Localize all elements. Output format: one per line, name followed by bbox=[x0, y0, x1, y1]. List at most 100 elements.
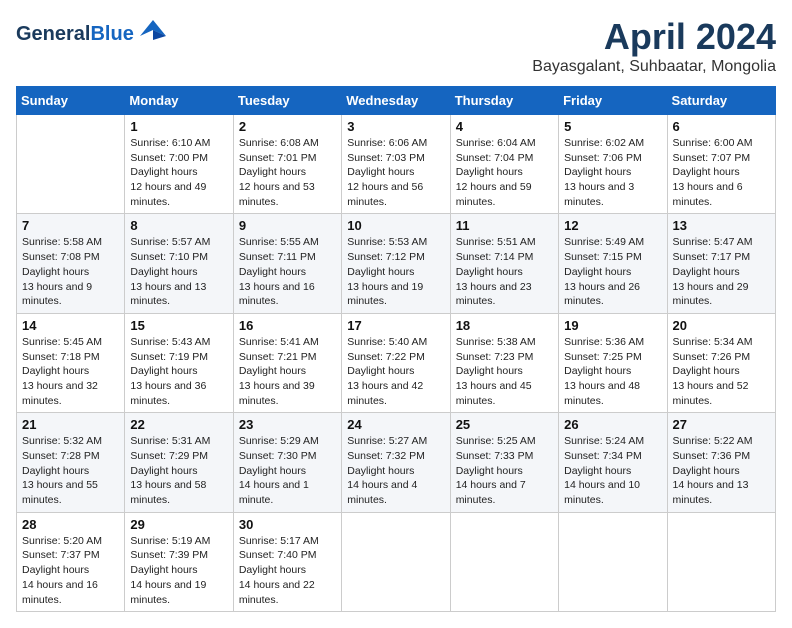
logo-bird-icon bbox=[138, 16, 168, 46]
calendar-cell bbox=[450, 512, 558, 611]
day-info: Sunrise: 5:43 AMSunset: 7:19 PMDaylight … bbox=[130, 335, 227, 408]
day-number: 20 bbox=[673, 318, 770, 333]
day-number: 25 bbox=[456, 417, 553, 432]
day-number: 18 bbox=[456, 318, 553, 333]
day-number: 28 bbox=[22, 517, 119, 532]
day-number: 21 bbox=[22, 417, 119, 432]
day-number: 5 bbox=[564, 119, 661, 134]
week-row-2: 7 Sunrise: 5:58 AMSunset: 7:08 PMDaylight… bbox=[17, 214, 776, 313]
calendar-cell: 20 Sunrise: 5:34 AMSunset: 7:26 PMDayligh… bbox=[667, 313, 775, 412]
day-info: Sunrise: 5:29 AMSunset: 7:30 PMDaylight … bbox=[239, 434, 336, 507]
day-info: Sunrise: 5:40 AMSunset: 7:22 PMDaylight … bbox=[347, 335, 444, 408]
page-header: GeneralBlue April 2024 Bayasgalant, Suhb… bbox=[16, 16, 776, 76]
day-info: Sunrise: 5:19 AMSunset: 7:39 PMDaylight … bbox=[130, 534, 227, 607]
calendar-cell: 7 Sunrise: 5:58 AMSunset: 7:08 PMDaylight… bbox=[17, 214, 125, 313]
weekday-header-monday: Monday bbox=[125, 87, 233, 115]
calendar-cell: 25 Sunrise: 5:25 AMSunset: 7:33 PMDayligh… bbox=[450, 413, 558, 512]
calendar-cell: 19 Sunrise: 5:36 AMSunset: 7:25 PMDayligh… bbox=[559, 313, 667, 412]
day-number: 7 bbox=[22, 218, 119, 233]
day-number: 17 bbox=[347, 318, 444, 333]
calendar-cell: 2 Sunrise: 6:08 AMSunset: 7:01 PMDaylight… bbox=[233, 115, 341, 214]
day-number: 22 bbox=[130, 417, 227, 432]
day-info: Sunrise: 5:55 AMSunset: 7:11 PMDaylight … bbox=[239, 235, 336, 308]
day-number: 8 bbox=[130, 218, 227, 233]
calendar-cell: 11 Sunrise: 5:51 AMSunset: 7:14 PMDayligh… bbox=[450, 214, 558, 313]
day-number: 29 bbox=[130, 517, 227, 532]
day-info: Sunrise: 5:51 AMSunset: 7:14 PMDaylight … bbox=[456, 235, 553, 308]
calendar-cell: 14 Sunrise: 5:45 AMSunset: 7:18 PMDayligh… bbox=[17, 313, 125, 412]
day-number: 9 bbox=[239, 218, 336, 233]
calendar-cell bbox=[17, 115, 125, 214]
day-number: 3 bbox=[347, 119, 444, 134]
day-info: Sunrise: 5:20 AMSunset: 7:37 PMDaylight … bbox=[22, 534, 119, 607]
day-info: Sunrise: 5:36 AMSunset: 7:25 PMDaylight … bbox=[564, 335, 661, 408]
calendar-cell: 26Sunrise: 5:24 AMSunset: 7:34 PMDayligh… bbox=[559, 413, 667, 512]
day-number: 6 bbox=[673, 119, 770, 134]
day-info: Sunrise: 6:08 AMSunset: 7:01 PMDaylight … bbox=[239, 136, 336, 209]
calendar-cell: 16Sunrise: 5:41 AMSunset: 7:21 PMDayligh… bbox=[233, 313, 341, 412]
day-info: Sunrise: 5:31 AMSunset: 7:29 PMDaylight … bbox=[130, 434, 227, 507]
day-number: 24 bbox=[347, 417, 444, 432]
weekday-header-sunday: Sunday bbox=[17, 87, 125, 115]
day-info: Sunrise: 5:27 AMSunset: 7:32 PMDaylight … bbox=[347, 434, 444, 507]
day-info: Sunrise: 6:10 AMSunset: 7:00 PMDaylight … bbox=[130, 136, 227, 209]
day-number: 1 bbox=[130, 119, 227, 134]
calendar-cell: 18 Sunrise: 5:38 AMSunset: 7:23 PMDayligh… bbox=[450, 313, 558, 412]
title-block: April 2024 Bayasgalant, Suhbaatar, Mongo… bbox=[532, 16, 776, 76]
week-row-1: 1 Sunrise: 6:10 AMSunset: 7:00 PMDaylight… bbox=[17, 115, 776, 214]
day-info: Sunrise: 5:38 AMSunset: 7:23 PMDaylight … bbox=[456, 335, 553, 408]
calendar-cell: 29 Sunrise: 5:19 AMSunset: 7:39 PMDayligh… bbox=[125, 512, 233, 611]
calendar-cell: 27Sunrise: 5:22 AMSunset: 7:36 PMDayligh… bbox=[667, 413, 775, 512]
day-info: Sunrise: 5:58 AMSunset: 7:08 PMDaylight … bbox=[22, 235, 119, 308]
day-info: Sunrise: 5:25 AMSunset: 7:33 PMDaylight … bbox=[456, 434, 553, 507]
day-number: 12 bbox=[564, 218, 661, 233]
calendar-cell: 15 Sunrise: 5:43 AMSunset: 7:19 PMDayligh… bbox=[125, 313, 233, 412]
day-number: 13 bbox=[673, 218, 770, 233]
calendar-cell bbox=[342, 512, 450, 611]
weekday-header-saturday: Saturday bbox=[667, 87, 775, 115]
week-row-4: 21 Sunrise: 5:32 AMSunset: 7:28 PMDayligh… bbox=[17, 413, 776, 512]
calendar-cell bbox=[559, 512, 667, 611]
weekday-header-wednesday: Wednesday bbox=[342, 87, 450, 115]
calendar-cell: 4Sunrise: 6:04 AMSunset: 7:04 PMDaylight… bbox=[450, 115, 558, 214]
day-number: 11 bbox=[456, 218, 553, 233]
calendar-cell: 8 Sunrise: 5:57 AMSunset: 7:10 PMDaylight… bbox=[125, 214, 233, 313]
week-row-5: 28 Sunrise: 5:20 AMSunset: 7:37 PMDayligh… bbox=[17, 512, 776, 611]
weekday-header-friday: Friday bbox=[559, 87, 667, 115]
day-info: Sunrise: 5:32 AMSunset: 7:28 PMDaylight … bbox=[22, 434, 119, 507]
day-info: Sunrise: 6:00 AMSunset: 7:07 PMDaylight … bbox=[673, 136, 770, 209]
day-info: Sunrise: 6:04 AMSunset: 7:04 PMDaylight … bbox=[456, 136, 553, 209]
logo: GeneralBlue bbox=[16, 16, 168, 51]
week-row-3: 14 Sunrise: 5:45 AMSunset: 7:18 PMDayligh… bbox=[17, 313, 776, 412]
calendar-cell: 30Sunrise: 5:17 AMSunset: 7:40 PMDayligh… bbox=[233, 512, 341, 611]
day-info: Sunrise: 5:49 AMSunset: 7:15 PMDaylight … bbox=[564, 235, 661, 308]
location: Bayasgalant, Suhbaatar, Mongolia bbox=[532, 58, 776, 76]
day-info: Sunrise: 5:34 AMSunset: 7:26 PMDaylight … bbox=[673, 335, 770, 408]
calendar-cell: 17 Sunrise: 5:40 AMSunset: 7:22 PMDayligh… bbox=[342, 313, 450, 412]
day-number: 19 bbox=[564, 318, 661, 333]
day-info: Sunrise: 5:17 AMSunset: 7:40 PMDaylight … bbox=[239, 534, 336, 607]
day-number: 15 bbox=[130, 318, 227, 333]
day-number: 23 bbox=[239, 417, 336, 432]
day-info: Sunrise: 6:06 AMSunset: 7:03 PMDaylight … bbox=[347, 136, 444, 209]
calendar-cell: 5 Sunrise: 6:02 AMSunset: 7:06 PMDaylight… bbox=[559, 115, 667, 214]
weekday-header-tuesday: Tuesday bbox=[233, 87, 341, 115]
day-number: 14 bbox=[22, 318, 119, 333]
logo-blue: Blue bbox=[90, 23, 133, 45]
calendar-cell: 9 Sunrise: 5:55 AMSunset: 7:11 PMDaylight… bbox=[233, 214, 341, 313]
calendar-cell bbox=[667, 512, 775, 611]
day-info: Sunrise: 6:02 AMSunset: 7:06 PMDaylight … bbox=[564, 136, 661, 209]
calendar-cell: 28 Sunrise: 5:20 AMSunset: 7:37 PMDayligh… bbox=[17, 512, 125, 611]
day-info: Sunrise: 5:47 AMSunset: 7:17 PMDaylight … bbox=[673, 235, 770, 308]
weekday-header-thursday: Thursday bbox=[450, 87, 558, 115]
day-info: Sunrise: 5:45 AMSunset: 7:18 PMDaylight … bbox=[22, 335, 119, 408]
day-info: Sunrise: 5:41 AMSunset: 7:21 PMDaylight … bbox=[239, 335, 336, 408]
calendar-cell: 22 Sunrise: 5:31 AMSunset: 7:29 PMDayligh… bbox=[125, 413, 233, 512]
calendar-cell: 6 Sunrise: 6:00 AMSunset: 7:07 PMDaylight… bbox=[667, 115, 775, 214]
day-info: Sunrise: 5:53 AMSunset: 7:12 PMDaylight … bbox=[347, 235, 444, 308]
day-number: 2 bbox=[239, 119, 336, 134]
calendar-cell: 10Sunrise: 5:53 AMSunset: 7:12 PMDayligh… bbox=[342, 214, 450, 313]
calendar-table: SundayMondayTuesdayWednesdayThursdayFrid… bbox=[16, 86, 776, 612]
month-title: April 2024 bbox=[532, 16, 776, 58]
day-info: Sunrise: 5:57 AMSunset: 7:10 PMDaylight … bbox=[130, 235, 227, 308]
